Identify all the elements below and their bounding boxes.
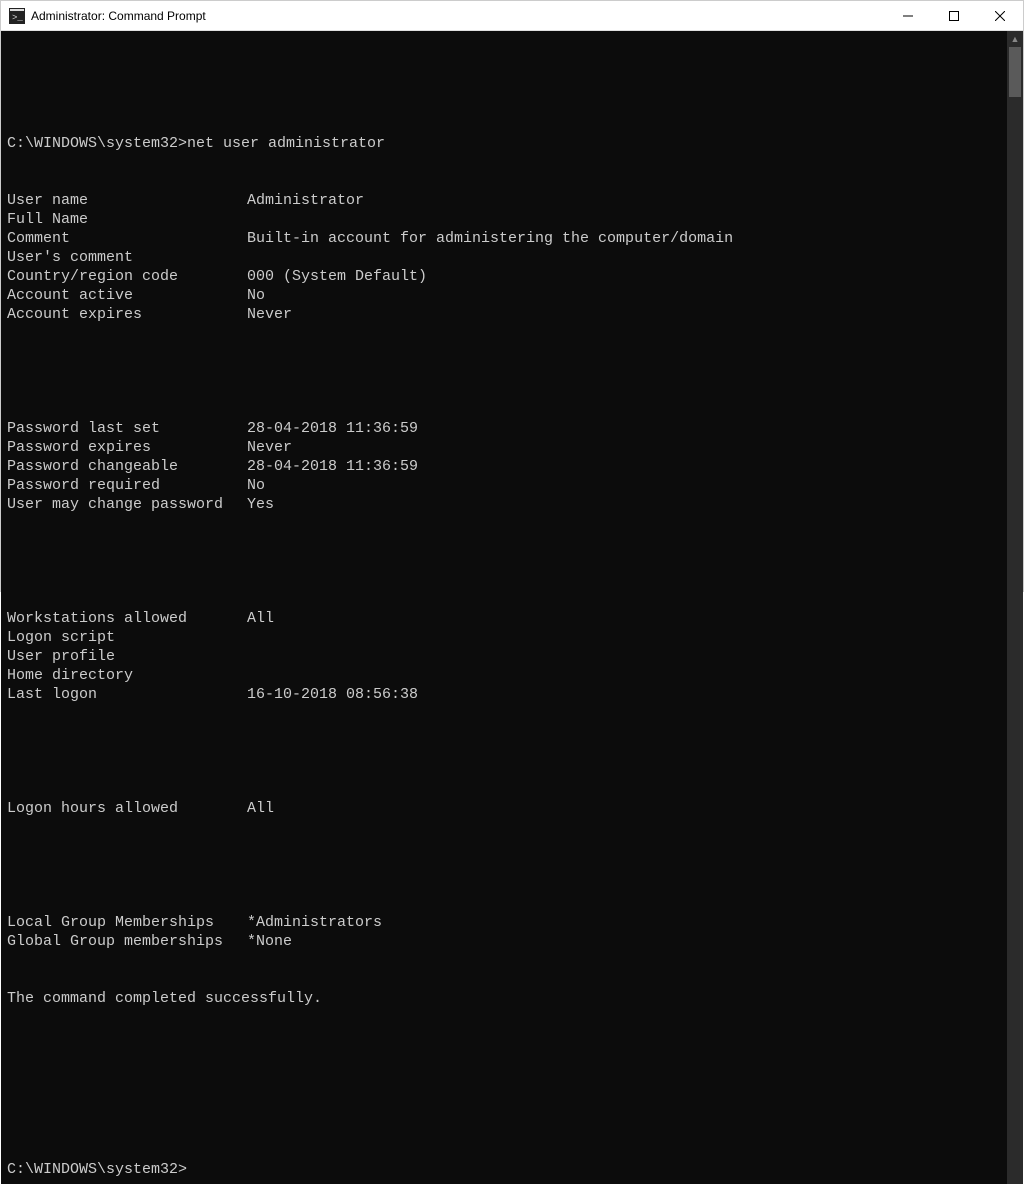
field-label: Logon script [7,628,247,647]
field-label: Comment [7,229,247,248]
output-row: User's comment [7,248,1007,267]
prompt: C:\WINDOWS\system32> [7,135,187,152]
maximize-button[interactable] [931,1,977,31]
output-row: Home directory [7,666,1007,685]
output-row: Password expiresNever [7,438,1007,457]
svg-text:>_: >_ [12,13,23,23]
field-label: Home directory [7,666,247,685]
field-value: Yes [247,496,274,513]
field-value: Administrator [247,192,364,209]
field-label: Password expires [7,438,247,457]
field-value: All [247,610,274,627]
field-label: Global Group memberships [7,932,247,951]
field-value: Never [247,306,292,323]
output-row: Password changeable‎28-‎04-‎2018 11:36:5… [7,457,1007,476]
output-row: CommentBuilt-in account for administerin… [7,229,1007,248]
cmd-icon: >_ [9,8,25,24]
field-value: *Administrators [247,914,382,931]
field-label: Account active [7,286,247,305]
field-value: 000 (System Default) [247,268,427,285]
output-row: Logon hours allowedAll [7,799,1007,818]
field-value: ‎28-‎04-‎2018 11:36:59 [247,420,418,437]
field-label: Logon hours allowed [7,799,247,818]
command-prompt-window: >_ Administrator: Command Prompt C:\WIND… [0,0,1024,592]
output-row: User profile [7,647,1007,666]
field-label: Last logon [7,685,247,704]
output-row: Country/region code000 (System Default) [7,267,1007,286]
console-output[interactable]: C:\WINDOWS\system32>net user administrat… [1,31,1007,1184]
output-row: Password requiredNo [7,476,1007,495]
output-row: Password last set‎28-‎04-‎2018 11:36:59 [7,419,1007,438]
output-row: Workstations allowedAll [7,609,1007,628]
field-label: Full Name [7,210,247,229]
command-text: net user administrator [187,135,385,152]
field-label: Password required [7,476,247,495]
output-row: Local Group Memberships*Administrators [7,913,1007,932]
field-value: ‎28-‎04-‎2018 11:36:59 [247,458,418,475]
prompt-line: C:\WINDOWS\system32>net user administrat… [7,134,1007,153]
field-label: Account expires [7,305,247,324]
titlebar[interactable]: >_ Administrator: Command Prompt [1,1,1023,31]
field-value: No [247,287,265,304]
scroll-up-arrow[interactable]: ▲ [1007,31,1023,47]
field-label: User may change password [7,495,247,514]
field-value: All [247,800,274,817]
field-label: User's comment [7,248,247,267]
output-row: Full Name [7,210,1007,229]
field-value: Never [247,439,292,456]
field-value: ‎16-‎10-‎2018 08:56:38 [247,686,418,703]
field-label: Password changeable [7,457,247,476]
prompt-line-2: C:\WINDOWS\system32> [7,1160,1007,1179]
field-value: *None [247,933,292,950]
field-label: Password last set [7,419,247,438]
scroll-thumb[interactable] [1009,47,1021,97]
console-area: C:\WINDOWS\system32>net user administrat… [1,31,1023,1184]
output-row: Logon script [7,628,1007,647]
field-value: No [247,477,265,494]
field-label: User profile [7,647,247,666]
output-row: Global Group memberships*None [7,932,1007,951]
field-label: Local Group Memberships [7,913,247,932]
completion-line: The command completed successfully. [7,989,1007,1008]
close-button[interactable] [977,1,1023,31]
vertical-scrollbar[interactable]: ▲ ▼ [1007,31,1023,1184]
output-row: User nameAdministrator [7,191,1007,210]
output-row: Account activeNo [7,286,1007,305]
output-row: Last logon‎16-‎10-‎2018 08:56:38 [7,685,1007,704]
output-row: User may change passwordYes [7,495,1007,514]
field-label: Country/region code [7,267,247,286]
field-value: Built-in account for administering the c… [247,230,733,247]
output-row: Account expiresNever [7,305,1007,324]
window-title: Administrator: Command Prompt [31,9,206,23]
minimize-button[interactable] [885,1,931,31]
field-label: User name [7,191,247,210]
field-label: Workstations allowed [7,609,247,628]
